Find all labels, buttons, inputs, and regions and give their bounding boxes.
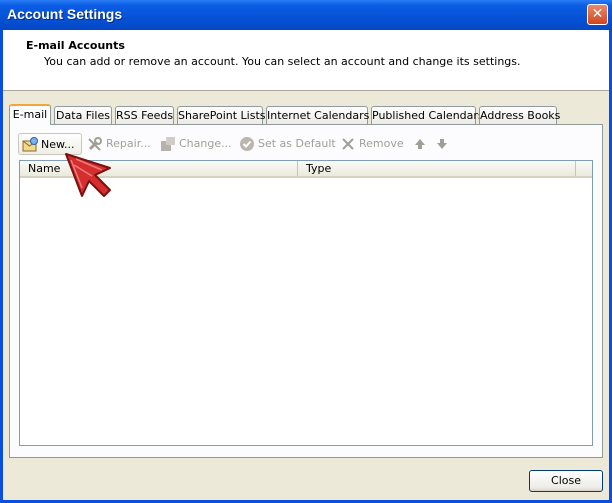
- section-title: E-mail Accounts: [26, 39, 125, 52]
- new-account-label: New...: [41, 138, 75, 151]
- change-button[interactable]: Change...: [160, 133, 232, 155]
- dialog-client-area: E-mail Accounts You can add or remove an…: [3, 30, 609, 500]
- set-as-default-label: Set as Default: [258, 137, 336, 150]
- repair-button[interactable]: Repair...: [87, 133, 151, 155]
- arrow-down-icon: [434, 136, 450, 152]
- column-header-type[interactable]: Type: [298, 161, 576, 176]
- remove-x-icon: [340, 136, 356, 152]
- change-label: Change...: [179, 137, 232, 150]
- set-as-default-button[interactable]: Set as Default: [239, 133, 336, 155]
- move-down-button[interactable]: [434, 133, 453, 155]
- tab-rss-feeds[interactable]: RSS Feeds: [115, 106, 174, 124]
- arrow-up-icon: [412, 136, 428, 152]
- close-button[interactable]: Close: [529, 470, 603, 492]
- remove-button[interactable]: Remove: [340, 133, 404, 155]
- tab-address-books[interactable]: Address Books: [479, 106, 560, 124]
- remove-label: Remove: [359, 137, 404, 150]
- tab-sharepoint-lists[interactable]: SharePoint Lists: [177, 106, 266, 124]
- window-close-button[interactable]: ✕: [587, 4, 608, 25]
- move-up-button[interactable]: [412, 133, 431, 155]
- email-tab-panel: New... Repair... Change... Set as Defaul…: [9, 124, 603, 458]
- checkmark-circle-icon: [239, 136, 255, 152]
- tab-internet-calendars[interactable]: Internet Calendars: [266, 106, 369, 124]
- tab-published-calendars[interactable]: Published Calendars: [371, 106, 484, 124]
- list-header: Name Type: [20, 161, 592, 178]
- account-settings-window: Account Settings ✕ E-mail Accounts You c…: [0, 0, 612, 503]
- wrench-icon: [87, 136, 103, 152]
- header-panel: E-mail Accounts You can add or remove an…: [3, 30, 609, 91]
- title-bar[interactable]: Account Settings ✕: [0, 0, 612, 30]
- tab-email[interactable]: E-mail: [9, 104, 51, 125]
- accounts-list[interactable]: Name Type: [19, 160, 593, 446]
- new-account-button[interactable]: New...: [18, 133, 82, 155]
- window-title: Account Settings: [7, 6, 123, 22]
- tab-data-files[interactable]: Data Files: [54, 106, 112, 124]
- column-header-name[interactable]: Name: [20, 161, 298, 176]
- new-account-icon: [22, 137, 38, 153]
- repair-label: Repair...: [106, 137, 151, 150]
- section-description: You can add or remove an account. You ca…: [44, 55, 521, 68]
- change-settings-icon: [160, 136, 176, 152]
